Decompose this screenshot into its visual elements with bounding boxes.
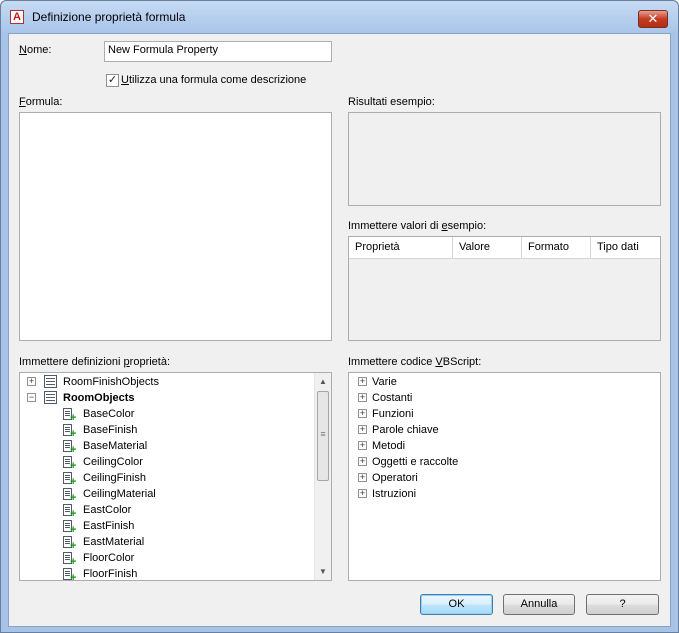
expand-icon[interactable]: + — [358, 489, 367, 498]
column-header-data-type[interactable]: Tipo dati — [591, 237, 660, 259]
dialog-title: Definizione proprietà formula — [32, 10, 186, 24]
vbscript-category-label: Oggetti e raccolte — [372, 456, 459, 468]
formula-label: Formula: — [19, 96, 63, 108]
expand-icon[interactable]: + — [358, 441, 367, 450]
formula-editor[interactable] — [19, 112, 332, 341]
sample-results-box — [348, 112, 661, 206]
cancel-button[interactable]: Annulla — [503, 594, 575, 615]
vbscript-label: Immettere codice VBScript: — [348, 356, 482, 368]
tree-item-label: FloorColor — [83, 552, 135, 564]
help-button[interactable]: ? — [586, 594, 659, 615]
property-set-icon — [44, 375, 57, 388]
tree-property-item[interactable]: + FloorFinish — [20, 566, 312, 580]
expand-icon[interactable]: + — [358, 457, 367, 466]
tree-property-item[interactable]: + EastFinish — [20, 518, 312, 536]
tree-property-item[interactable]: + BaseFinish — [20, 422, 312, 440]
sample-values-grid[interactable]: Proprietà Valore Formato Tipo dati — [348, 236, 661, 341]
vbscript-category-label: Istruzioni — [372, 488, 417, 500]
tree-item-label: FloorFinish — [83, 568, 138, 580]
vbscript-category-label: Operatori — [372, 472, 418, 484]
column-header-value[interactable]: Valore — [453, 237, 522, 259]
vbscript-category-item[interactable]: + Funzioni — [349, 406, 649, 422]
tree-item-label: CeilingColor — [83, 456, 143, 468]
tree-object-item[interactable]: + RoomFinishObjects — [20, 374, 312, 390]
add-property-icon: + — [63, 456, 77, 472]
add-property-icon: + — [63, 552, 77, 568]
tree-property-item[interactable]: + FloorColor — [20, 550, 312, 568]
tree-property-item[interactable]: + CeilingMaterial — [20, 486, 312, 504]
vbscript-category-item[interactable]: + Oggetti e raccolte — [349, 454, 649, 470]
vbscript-category-item[interactable]: + Operatori — [349, 470, 649, 486]
ok-button[interactable]: OK — [420, 594, 493, 615]
tree-item-label: RoomObjects — [63, 392, 135, 404]
vbscript-category-label: Varie — [372, 376, 397, 388]
tree-property-item[interactable]: + CeilingFinish — [20, 470, 312, 488]
vbscript-tree[interactable]: + Varie + Costanti + Funzioni + Parole chiave + M… — [348, 372, 661, 581]
add-property-icon: + — [63, 568, 77, 580]
add-property-icon: + — [63, 440, 77, 456]
expand-icon[interactable]: + — [358, 425, 367, 434]
sample-results-label: Risultati esempio: — [348, 96, 435, 108]
add-property-icon: + — [63, 520, 77, 536]
scroll-thumb[interactable]: ≡ — [317, 391, 329, 481]
vbscript-category-item[interactable]: + Istruzioni — [349, 486, 649, 502]
property-definitions-tree[interactable]: + RoomFinishObjects − RoomObjects + BaseColor… — [19, 372, 332, 581]
add-property-icon: + — [63, 424, 77, 440]
dialog-body: Nome: New Formula Property ✓ Utilizza un… — [8, 33, 671, 627]
vbscript-category-item[interactable]: + Costanti — [349, 390, 649, 406]
tree-item-label: CeilingFinish — [83, 472, 146, 484]
add-property-icon: + — [63, 536, 77, 552]
scroll-up-arrow-icon[interactable]: ▲ — [315, 373, 331, 390]
tree-item-label: BaseColor — [83, 408, 135, 420]
vbscript-category-item[interactable]: + Parole chiave — [349, 422, 649, 438]
tree-property-item[interactable]: + EastMaterial — [20, 534, 312, 552]
add-property-icon: + — [63, 408, 77, 424]
expand-icon[interactable]: + — [358, 473, 367, 482]
column-header-format[interactable]: Formato — [522, 237, 591, 259]
vbscript-category-label: Costanti — [372, 392, 413, 404]
dialog-window: A Definizione proprietà formula ✕ Nome: … — [0, 0, 679, 633]
app-icon: A — [10, 10, 24, 24]
column-header-property[interactable]: Proprietà — [349, 237, 453, 259]
expand-icon[interactable]: + — [358, 409, 367, 418]
property-definitions-label: Immettere definizioni proprietà: — [19, 356, 171, 368]
sample-values-label: Immettere valori di esempio: — [348, 220, 487, 232]
tree-item-label: EastColor — [83, 504, 132, 516]
title-bar[interactable]: A Definizione proprietà formula ✕ — [1, 1, 678, 33]
add-property-icon: + — [63, 488, 77, 504]
tree-property-item[interactable]: + EastColor — [20, 502, 312, 520]
vbscript-category-item[interactable]: + Metodi — [349, 438, 649, 454]
tree-item-label: CeilingMaterial — [83, 488, 156, 500]
vbscript-category-label: Parole chiave — [372, 424, 439, 436]
vbscript-category-label: Metodi — [372, 440, 406, 452]
expand-icon[interactable]: + — [27, 377, 36, 386]
tree-property-item[interactable]: + CeilingColor — [20, 454, 312, 472]
expand-icon[interactable]: + — [358, 377, 367, 386]
property-set-icon — [44, 391, 57, 404]
tree-property-item[interactable]: + BaseMaterial — [20, 438, 312, 456]
expand-icon[interactable]: + — [358, 393, 367, 402]
tree-object-item[interactable]: − RoomObjects — [20, 390, 312, 406]
tree-property-item[interactable]: + BaseColor — [20, 406, 312, 424]
scroll-down-arrow-icon[interactable]: ▼ — [315, 563, 331, 580]
name-input[interactable]: New Formula Property — [104, 41, 332, 62]
vbscript-category-item[interactable]: + Varie — [349, 374, 649, 390]
name-label: Nome: — [19, 44, 52, 56]
add-property-icon: + — [63, 472, 77, 488]
vbscript-category-label: Funzioni — [372, 408, 414, 420]
close-button[interactable]: ✕ — [638, 10, 668, 28]
use-formula-label[interactable]: Utilizza una formula come descrizione — [121, 74, 306, 86]
collapse-icon[interactable]: − — [27, 393, 36, 402]
tree-scrollbar[interactable]: ▲ ≡ ▼ — [314, 373, 331, 580]
use-formula-checkbox[interactable]: ✓ — [106, 74, 119, 87]
tree-item-label: EastFinish — [83, 520, 135, 532]
add-property-icon: + — [63, 504, 77, 520]
tree-item-label: RoomFinishObjects — [63, 376, 159, 388]
tree-item-label: BaseMaterial — [83, 440, 148, 452]
tree-item-label: EastMaterial — [83, 536, 145, 548]
tree-item-label: BaseFinish — [83, 424, 138, 436]
